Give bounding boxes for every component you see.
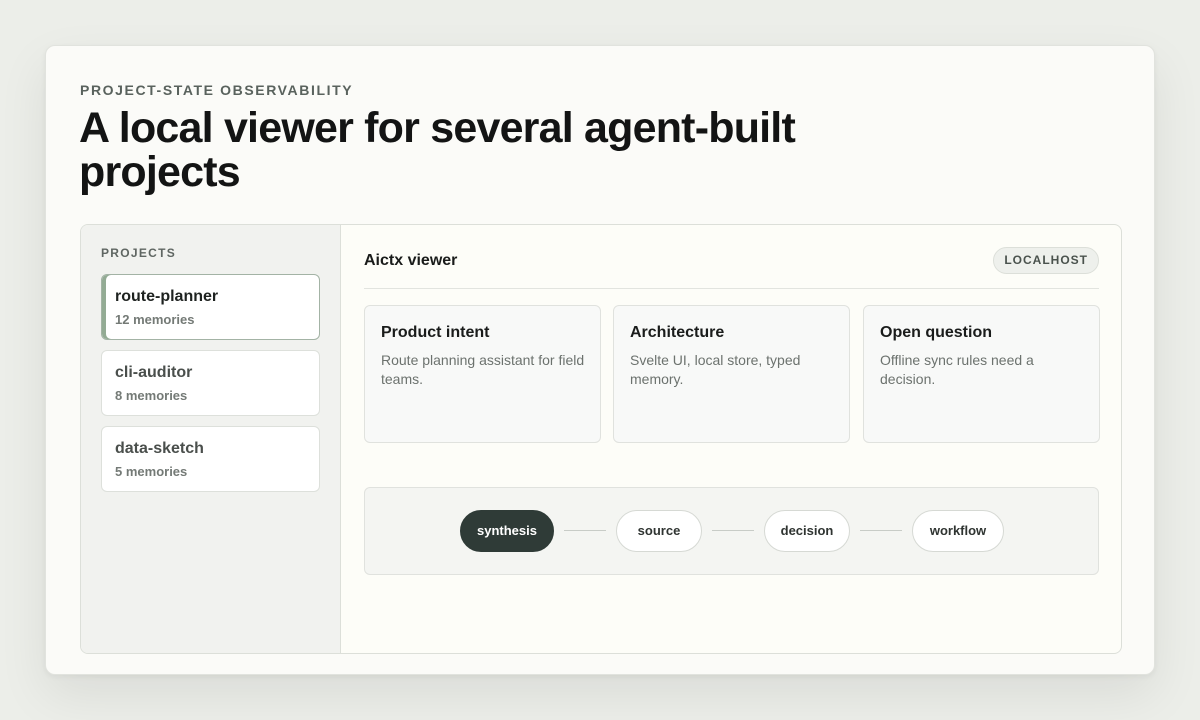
project-item-data-sketch[interactable]: data-sketch 5 memories <box>101 426 320 492</box>
card-body: Svelte UI, local store, typed memory. <box>630 352 801 387</box>
viewer-window: PROJECTS route-planner 12 memories cli-a… <box>80 224 1122 654</box>
card-body: Route planning assistant for field teams… <box>381 352 585 387</box>
flow-node-decision[interactable]: decision <box>764 510 850 552</box>
architecture-card[interactable]: Architecture Svelte UI, local store, typ… <box>613 305 850 443</box>
card-title: Product intent <box>381 324 490 341</box>
card-title: Architecture <box>630 324 725 341</box>
project-memory-count: 8 memories <box>115 388 188 403</box>
localhost-badge: LOCALHOST <box>993 247 1099 274</box>
projects-sidebar: PROJECTS route-planner 12 memories cli-a… <box>81 225 341 653</box>
projects-heading: PROJECTS <box>101 246 177 260</box>
viewer-title: Aictx viewer <box>364 252 458 269</box>
project-name: cli-auditor <box>115 364 193 381</box>
flow-node-workflow[interactable]: workflow <box>912 510 1004 552</box>
project-name: route-planner <box>115 288 219 305</box>
flow-connector <box>860 530 902 531</box>
project-item-route-planner[interactable]: route-planner 12 memories <box>101 274 320 340</box>
viewer-main-panel: Aictx viewer LOCALHOST Product intent Ro… <box>342 225 1121 653</box>
open-question-card[interactable]: Open question Offline sync rules need a … <box>863 305 1100 443</box>
card-title: Open question <box>880 324 992 341</box>
product-intent-card[interactable]: Product intent Route planning assistant … <box>364 305 601 443</box>
card-body: Offline sync rules need a decision. <box>880 352 1034 387</box>
flow-connector <box>564 530 606 531</box>
flow-node-source[interactable]: source <box>616 510 702 552</box>
project-memory-count: 5 memories <box>115 464 188 479</box>
project-memory-count: 12 memories <box>115 312 195 327</box>
project-item-cli-auditor[interactable]: cli-auditor 8 memories <box>101 350 320 416</box>
memory-flow-graph: synthesis source decision workflow <box>364 487 1099 575</box>
header-divider <box>364 288 1099 289</box>
flow-node-synthesis[interactable]: synthesis <box>460 510 554 552</box>
project-name: data-sketch <box>115 440 204 457</box>
showcase-card: PROJECT-STATE OBSERVABILITY A local view… <box>45 45 1155 675</box>
page-title: A local viewer for several agent-built p… <box>79 104 796 196</box>
eyebrow-label: PROJECT-STATE OBSERVABILITY <box>80 82 354 98</box>
flow-connector <box>712 530 754 531</box>
